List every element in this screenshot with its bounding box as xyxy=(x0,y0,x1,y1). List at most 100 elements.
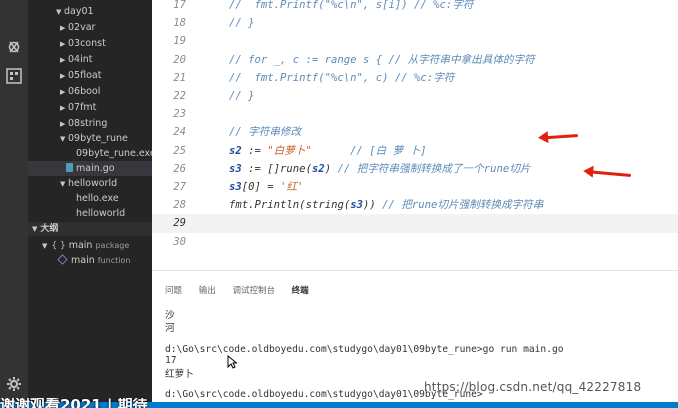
tree-label: helloworld xyxy=(76,208,126,219)
code-line[interactable]: 29 xyxy=(152,214,678,233)
mouse-cursor-icon xyxy=(227,355,237,369)
code-line[interactable]: 28 fmt.Println(string(s3)) // 把rune切片强制转换… xyxy=(152,196,678,214)
line-number: 22 xyxy=(173,90,186,102)
code-line[interactable]: 27 s3[0] = '红' xyxy=(152,178,678,196)
line-number: 25 xyxy=(173,144,186,157)
terminal-line: 河 xyxy=(165,323,175,334)
activity-bar xyxy=(0,0,28,408)
tree-label: 02var xyxy=(68,22,96,33)
code-text: fmt.Println(string(s3)) // 把rune切片强制转换成字… xyxy=(229,199,544,212)
tree-label: 04int xyxy=(68,54,93,65)
code-line[interactable]: 24 // 字符串修改 xyxy=(152,123,678,141)
tree-label: 09byte_rune.exe xyxy=(76,148,152,159)
debug-icon[interactable] xyxy=(4,36,24,56)
tree-folder[interactable]: ▼ helloworld xyxy=(28,176,152,191)
extensions-icon[interactable] xyxy=(4,66,24,86)
code-text: // fmt.Printf("%c\n", s[i]) // %c:字符 xyxy=(229,0,474,11)
chevron-right-icon: ▶ xyxy=(60,72,66,80)
terminal-line: 红萝卜 xyxy=(165,369,194,380)
tab-problems[interactable]: 问题 xyxy=(165,284,182,296)
code-line[interactable]: 21 // fmt.Printf("%c\n", c) // %c:字符 xyxy=(152,69,678,87)
terminal-line[interactable]: d:\Go\src\code.oldboyedu.com\studygo\day… xyxy=(165,344,564,355)
tree-file[interactable]: 09byte_rune.exe xyxy=(28,146,152,161)
tree-folder[interactable]: ▶ 06bool xyxy=(28,84,152,99)
outline-label: main xyxy=(71,255,95,266)
outline-kind: package xyxy=(95,241,130,250)
chevron-down-icon: ▼ xyxy=(56,8,62,16)
code-line[interactable]: 20 // for _, c := range s { // 从字符串中拿出具体的… xyxy=(152,51,678,69)
code-text: // fmt.Printf("%c\n", c) // %c:字符 xyxy=(229,71,455,84)
panel-tabs: 问题 输出 调试控制台 终端 xyxy=(165,284,323,298)
tree-folder[interactable]: ▶ 04int xyxy=(28,52,152,67)
tree-label: 07fmt xyxy=(68,102,97,113)
tree-label: 05float xyxy=(68,70,102,81)
line-number: 17 xyxy=(173,0,186,11)
tree-file[interactable]: hello.exe xyxy=(28,191,152,206)
line-number: 24 xyxy=(173,126,186,139)
chevron-down-icon: ▼ xyxy=(32,225,38,233)
chevron-right-icon: ▶ xyxy=(60,56,66,64)
tree-label: hello.exe xyxy=(76,193,119,204)
tab-output[interactable]: 输出 xyxy=(199,284,216,296)
code-line[interactable]: 26 s3 := []rune(s2) // 把字符串强制转换成了一个rune切片 xyxy=(152,160,678,178)
code-line[interactable]: 23 xyxy=(152,105,678,123)
chevron-right-icon: ▶ xyxy=(60,120,66,128)
line-number: 26 xyxy=(173,162,186,175)
code-text: // } xyxy=(229,17,255,30)
tree-file-active[interactable]: main.go xyxy=(28,161,152,176)
chevron-down-icon: ▼ xyxy=(60,180,66,188)
code-editor[interactable]: 17 // fmt.Printf("%c\n", s[i]) // %c:字符 18… xyxy=(152,0,678,270)
tree-label: helloworld xyxy=(68,178,118,189)
tree-label: day01 xyxy=(64,6,94,17)
line-number: 18 xyxy=(173,17,186,30)
outline-item-function[interactable]: main function xyxy=(57,254,131,268)
code-line[interactable]: 18 // } xyxy=(152,14,678,32)
code-text: // for _, c := range s { // 从字符串中拿出具体的字符 xyxy=(229,53,535,66)
chevron-right-icon: ▶ xyxy=(60,24,66,32)
chevron-down-icon: ▼ xyxy=(60,135,66,143)
code-text: s2 := "白萝卜" // [白 萝 卜] xyxy=(229,144,427,157)
tree-label: 03const xyxy=(68,38,106,49)
tree-label: 06bool xyxy=(68,86,101,97)
terminal-line: 17 xyxy=(165,355,177,366)
tree-label: 08string xyxy=(68,118,108,129)
tree-folder[interactable]: ▶ 05float xyxy=(28,68,152,83)
line-number: 21 xyxy=(173,71,186,84)
outline-title: 大纲 xyxy=(40,224,59,234)
tree-file[interactable]: helloworld xyxy=(28,206,152,221)
tab-terminal[interactable]: 终端 xyxy=(292,284,309,296)
chevron-right-icon: ▶ xyxy=(60,40,66,48)
code-line[interactable]: 30 xyxy=(152,233,678,251)
outline-item-package[interactable]: ▼{ } main package xyxy=(42,239,129,253)
code-line[interactable]: 19 xyxy=(152,32,678,50)
code-text: // } xyxy=(229,90,255,102)
tree-folder[interactable]: ▶ 07fmt xyxy=(28,100,152,115)
line-number: 28 xyxy=(173,199,186,212)
tree-label: 09byte_rune xyxy=(68,133,128,144)
settings-gear-icon[interactable] xyxy=(4,374,24,394)
function-cube-icon xyxy=(57,254,68,265)
go-file-icon xyxy=(66,163,73,172)
tree-folder[interactable]: ▼ day01 xyxy=(28,4,152,19)
line-number: 30 xyxy=(173,235,186,248)
tree-folder[interactable]: ▶ 08string xyxy=(28,116,152,131)
braces-icon: { } xyxy=(51,241,66,251)
line-number: 29 xyxy=(173,217,186,230)
code-text: s3[0] = '红' xyxy=(229,181,304,193)
watermark-text: https://blog.csdn.net/qq_42227818 xyxy=(424,380,642,394)
code-line[interactable]: 17 // fmt.Printf("%c\n", s[i]) // %c:字符 xyxy=(152,0,678,14)
code-line[interactable]: 25 s2 := "白萝卜" // [白 萝 卜] xyxy=(152,142,678,160)
tree-folder[interactable]: ▶ 02var xyxy=(28,20,152,35)
tree-label: main.go xyxy=(76,163,115,174)
chevron-right-icon: ▶ xyxy=(60,88,66,96)
terminal-line: 沙 xyxy=(165,310,175,321)
code-line[interactable]: 22 // } xyxy=(152,87,678,105)
tab-debug-console[interactable]: 调试控制台 xyxy=(232,284,275,296)
outline-label: main xyxy=(68,240,93,251)
outline-header[interactable]: ▼ 大纲 xyxy=(28,222,152,236)
tree-folder[interactable]: ▶ 03const xyxy=(28,36,152,51)
chevron-right-icon: ▶ xyxy=(60,104,66,112)
tree-folder[interactable]: ▼ 09byte_rune xyxy=(28,131,152,146)
explorer-sidebar: ▼ day01 ▶ 02var ▶ 03const ▶ 04int ▶ 05float ▶… xyxy=(28,0,152,408)
outline-kind: function xyxy=(97,256,131,265)
